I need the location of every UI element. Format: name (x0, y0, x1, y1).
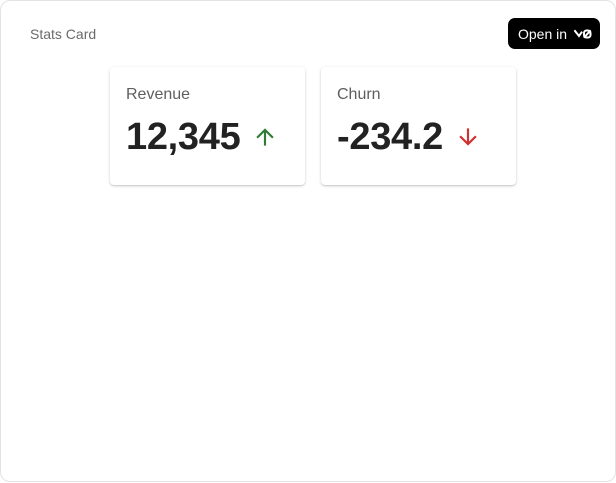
arrow-up-icon (252, 124, 278, 150)
page-title: Stats Card (30, 26, 97, 42)
open-button-label: Open in (518, 25, 568, 42)
stat-card-revenue: Revenue 12,345 (110, 67, 305, 185)
arrow-down-icon (455, 124, 481, 150)
open-in-v0-button[interactable]: Open in (508, 18, 600, 49)
v0-logo-icon (574, 29, 592, 39)
stat-card-value: 12,345 (126, 116, 241, 158)
stat-card-churn: Churn -234.2 (321, 67, 516, 185)
stat-card-label: Churn (337, 86, 381, 103)
preview-frame: Stats Card Open in Revenue 12,345 Churn … (0, 0, 616, 482)
stat-card-value: -234.2 (337, 116, 443, 158)
stat-card-label: Revenue (126, 86, 191, 103)
